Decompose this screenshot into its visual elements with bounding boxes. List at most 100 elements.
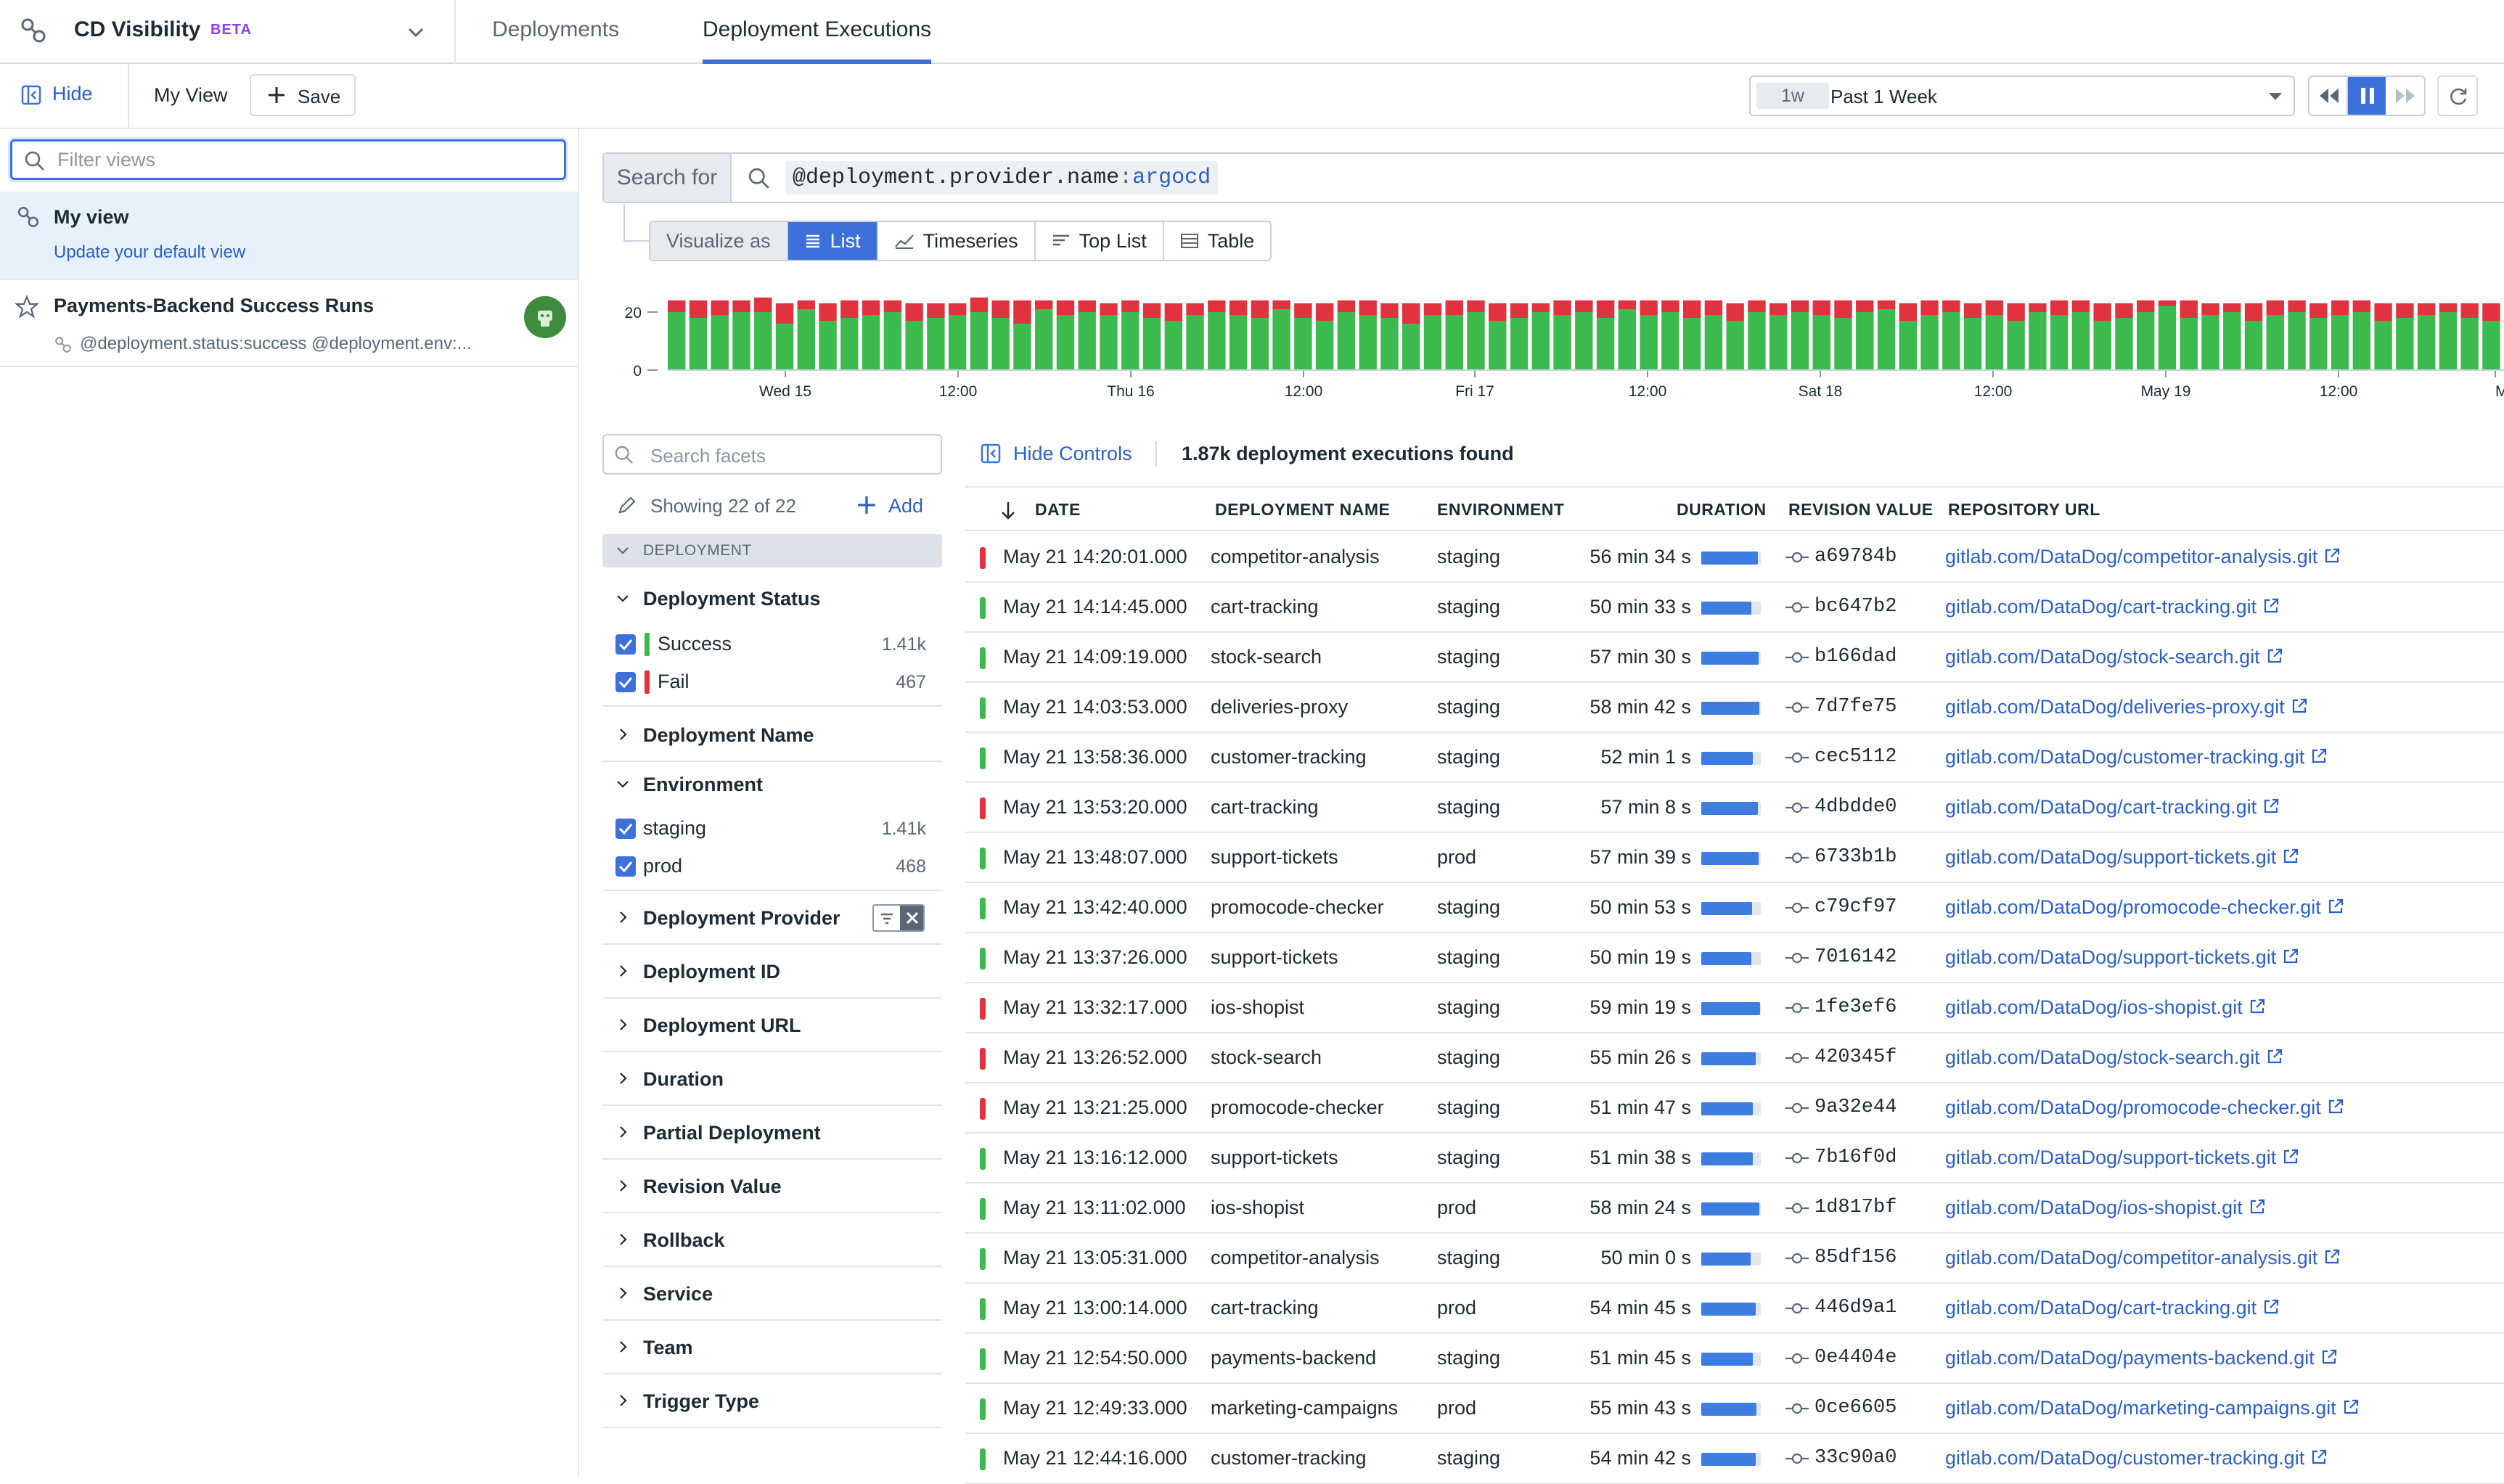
external-link-icon[interactable] [2282, 1148, 2299, 1165]
bar-fail[interactable] [1812, 300, 1830, 315]
external-link-icon[interactable] [2262, 798, 2280, 815]
bar-success[interactable] [1531, 312, 1550, 370]
facet-value-label[interactable]: Success [658, 633, 732, 655]
bar-fail[interactable] [754, 298, 772, 312]
bar-fail[interactable] [927, 303, 945, 318]
bar-success[interactable] [2071, 312, 2090, 370]
tab-deployment-executions[interactable]: Deployment Executions [703, 0, 932, 64]
external-link-icon[interactable] [2262, 597, 2280, 615]
visualize-toplist-option[interactable]: Top List [1036, 222, 1164, 260]
bar-success[interactable] [1272, 309, 1290, 370]
bar-fail[interactable] [2007, 303, 2025, 321]
bar-success[interactable] [2352, 312, 2371, 370]
facet-filter-toggle[interactable] [872, 904, 925, 932]
facet-trigger-type[interactable]: Trigger Type [602, 1376, 942, 1428]
table-row[interactable]: May 21 12:54:50.000 payments-backend stagi… [965, 1334, 2504, 1384]
bar-fail[interactable] [819, 303, 837, 321]
bar-fail[interactable] [1704, 300, 1723, 315]
bar-fail[interactable] [2352, 300, 2371, 312]
hide-sidebar-button[interactable]: Hide [0, 64, 129, 128]
bar-success[interactable] [1337, 312, 1356, 370]
cell-repository-url[interactable]: gitlab.com/DataDog/payments-backend.git [1945, 1334, 2338, 1382]
bar-success[interactable] [1402, 324, 1420, 370]
bar-success[interactable] [1963, 318, 1982, 370]
bar-success[interactable] [1769, 315, 1788, 370]
bar-success[interactable] [2223, 312, 2241, 370]
bar-fail[interactable] [1985, 300, 2004, 315]
bar-fail[interactable] [1272, 300, 1290, 309]
facet-deployment-provider[interactable]: Deployment Provider [602, 893, 942, 945]
time-range-picker[interactable]: 1w Past 1 Week [1749, 75, 2295, 116]
my-view-item[interactable]: My view Update your default view [0, 192, 578, 280]
cell-repository-url[interactable]: gitlab.com/DataDog/cart-tracking.git [1945, 783, 2280, 832]
bar-success[interactable] [2288, 312, 2306, 370]
bar-success[interactable] [1553, 315, 1571, 370]
table-row[interactable]: May 21 12:49:33.000 marketing-campaigns pr… [965, 1384, 2504, 1434]
bar-success[interactable] [1445, 315, 1463, 370]
facet-revision-value[interactable]: Revision Value [602, 1161, 942, 1213]
bar-fail[interactable] [1489, 303, 1507, 321]
bar-fail[interactable] [1553, 300, 1571, 315]
bar-fail[interactable] [970, 298, 989, 312]
sort-descending-icon[interactable] [1000, 501, 1016, 521]
chevron-down-icon[interactable] [615, 592, 630, 605]
facet-value-label[interactable]: staging [643, 817, 706, 840]
bar-fail[interactable] [1100, 303, 1118, 315]
bar-success[interactable] [1380, 318, 1399, 370]
bar-success[interactable] [991, 318, 1010, 370]
repository-url-link[interactable]: gitlab.com/DataDog/competitor-analysis.g… [1945, 546, 2317, 567]
current-view-label[interactable]: My View [154, 84, 228, 107]
repository-url-link[interactable]: gitlab.com/DataDog/stock-search.git [1945, 1046, 2260, 1068]
bar-fail[interactable] [1856, 300, 1874, 312]
bar-fail[interactable] [668, 300, 686, 312]
bar-success[interactable] [1359, 315, 1377, 370]
bar-fail[interactable] [1942, 300, 1960, 312]
bar-success[interactable] [1834, 318, 1852, 370]
bar-fail[interactable] [2331, 300, 2349, 315]
facet-title[interactable]: Environment [643, 774, 763, 796]
bar-success[interactable] [2201, 315, 2219, 370]
table-row[interactable]: May 21 14:03:53.000 deliveries-proxy stagi… [965, 683, 2504, 733]
bar-success[interactable] [948, 315, 967, 370]
bar-success[interactable] [1121, 312, 1140, 370]
bar-success[interactable] [2266, 315, 2284, 370]
cell-repository-url[interactable]: gitlab.com/DataDog/support-tickets.git [1945, 1134, 2299, 1182]
bar-success[interactable] [1510, 318, 1529, 370]
bar-fail[interactable] [1078, 300, 1096, 312]
bar-fail[interactable] [2396, 303, 2414, 318]
bar-fail[interactable] [1748, 300, 1766, 312]
external-link-icon[interactable] [2327, 1098, 2344, 1115]
external-link-icon[interactable] [2262, 1298, 2280, 1316]
bar-fail[interactable] [1186, 303, 1204, 315]
saved-view-item[interactable]: Payments-Backend Success Runs @deploymen… [0, 280, 578, 367]
repository-url-link[interactable]: gitlab.com/DataDog/ios-shopist.git [1945, 1197, 2243, 1218]
facet-group-header[interactable]: DEPLOYMENT [602, 534, 942, 567]
bar-fail[interactable] [1208, 300, 1226, 312]
bar-success[interactable] [862, 315, 880, 370]
table-row[interactable]: May 21 13:42:40.000 promocode-checker stag… [965, 883, 2504, 933]
bar-success[interactable] [1575, 312, 1593, 370]
table-row[interactable]: May 21 13:26:52.000 stock-search staging 55… [965, 1033, 2504, 1083]
bar-success[interactable] [927, 318, 945, 370]
table-row[interactable]: May 21 13:21:25.000 promocode-checker stag… [965, 1083, 2504, 1134]
bar-success[interactable] [1229, 315, 1248, 370]
external-link-icon[interactable] [2282, 848, 2299, 865]
executions-histogram[interactable]: 20 0 Wed 15 12:00 Thu 16 12:00 Fri 17 12:00 Sat … [602, 283, 2504, 406]
fast-forward-button[interactable] [2386, 77, 2424, 115]
visualize-timeseries-option[interactable]: Timeseries [878, 222, 1036, 260]
bar-fail[interactable] [1899, 303, 1917, 321]
bar-success[interactable] [1013, 324, 1031, 370]
bar-fail[interactable] [2158, 300, 2177, 306]
bar-fail[interactable] [2201, 303, 2219, 315]
bar-success[interactable] [2158, 306, 2177, 370]
bar-success[interactable] [2374, 321, 2392, 370]
bar-fail[interactable] [1251, 300, 1269, 318]
bar-success[interactable] [1294, 318, 1312, 370]
bar-fail[interactable] [1337, 300, 1356, 312]
external-link-icon[interactable] [2249, 998, 2266, 1015]
cell-repository-url[interactable]: gitlab.com/DataDog/cart-tracking.git [1945, 583, 2280, 631]
repository-url-link[interactable]: gitlab.com/DataDog/promocode-checker.git [1945, 1096, 2321, 1118]
table-row[interactable]: May 21 13:11:02.000 ios-shopist prod 58 min… [965, 1184, 2504, 1234]
bar-success[interactable] [2029, 312, 2047, 370]
bar-success[interactable] [2007, 321, 2025, 370]
